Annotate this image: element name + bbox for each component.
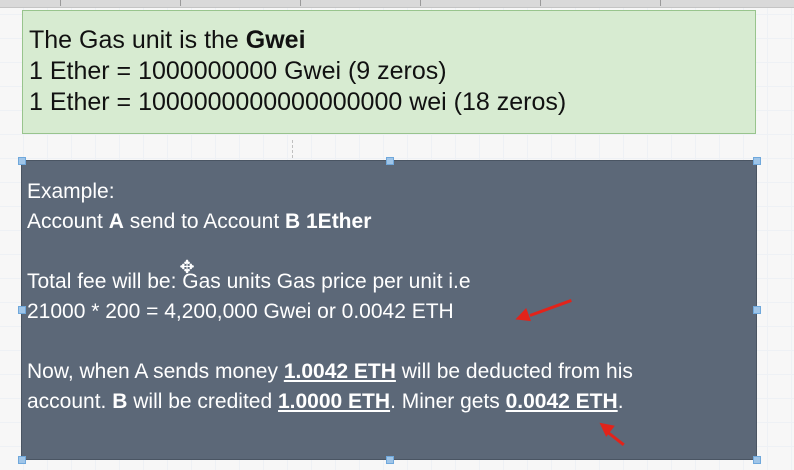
transaction-line: Account A send to Account B 1Ether: [27, 207, 756, 237]
resize-handle[interactable]: [753, 306, 761, 314]
ether-wei-line: 1 Ether = 1000000000000000000 wei (18 ze…: [29, 88, 567, 116]
example-textbox[interactable]: Example: Account A send to Account B 1Et…: [21, 160, 757, 460]
tx-mid: send to Account: [123, 210, 285, 233]
tx-amount: 1Ether: [300, 210, 372, 233]
acct-mid: will be credited: [127, 390, 278, 413]
move-cursor-icon: ✥: [179, 257, 195, 277]
ruler-tick: [300, 0, 301, 6]
example-label: Example:: [27, 180, 115, 203]
credit-line: account. B will be credited 1.0000 ETH. …: [27, 387, 756, 417]
deduction-line: Now, when A sends money 1.0042 ETH will …: [27, 357, 756, 387]
deducted-amount: 1.0042 ETH: [283, 360, 396, 383]
acct-prefix: account.: [27, 390, 113, 413]
gas-unit-textbox[interactable]: The Gas unit is the Gwei 1 Ether = 10000…: [22, 10, 756, 134]
now-prefix: Now, when A sends money: [27, 360, 284, 383]
resize-handle[interactable]: [753, 456, 761, 464]
miner-text: . Miner gets: [390, 390, 506, 413]
credited-amount: 1.0000 ETH: [277, 390, 391, 413]
resize-handle[interactable]: [18, 306, 26, 314]
ruler-tick: [420, 0, 421, 6]
ruler-tick: [540, 0, 541, 6]
ruler-tick: [60, 0, 61, 6]
tx-prefix: Account: [27, 210, 109, 233]
ruler-tick: [660, 0, 661, 6]
calc-line: 21000 * 200 = 4,200,000 Gwei or 0.0042 E…: [27, 300, 454, 323]
ether-gwei-line: 1 Ether = 1000000000 Gwei (9 zeros): [29, 57, 447, 85]
resize-handle[interactable]: [18, 456, 26, 464]
ruler-tick: [180, 0, 181, 6]
resize-handle[interactable]: [386, 456, 394, 464]
title-text: The Gas unit is the: [29, 26, 246, 54]
miner-amount: 0.0042 ETH: [505, 390, 618, 413]
now-suffix: will be deducted from his: [395, 360, 633, 383]
account-a: A: [108, 210, 124, 233]
resize-handle[interactable]: [386, 157, 394, 165]
period: .: [617, 390, 624, 413]
resize-handle[interactable]: [753, 157, 761, 165]
top-ruler: [0, 0, 794, 8]
resize-handle[interactable]: [18, 157, 26, 165]
fee-line: Total fee will be: Gas units Gas price p…: [27, 270, 471, 293]
title-bold-gwei: Gwei: [245, 26, 306, 54]
gas-unit-title: The Gas unit is the Gwei: [29, 25, 755, 56]
account-b-bold: B: [112, 390, 128, 413]
account-b: B: [285, 210, 301, 233]
